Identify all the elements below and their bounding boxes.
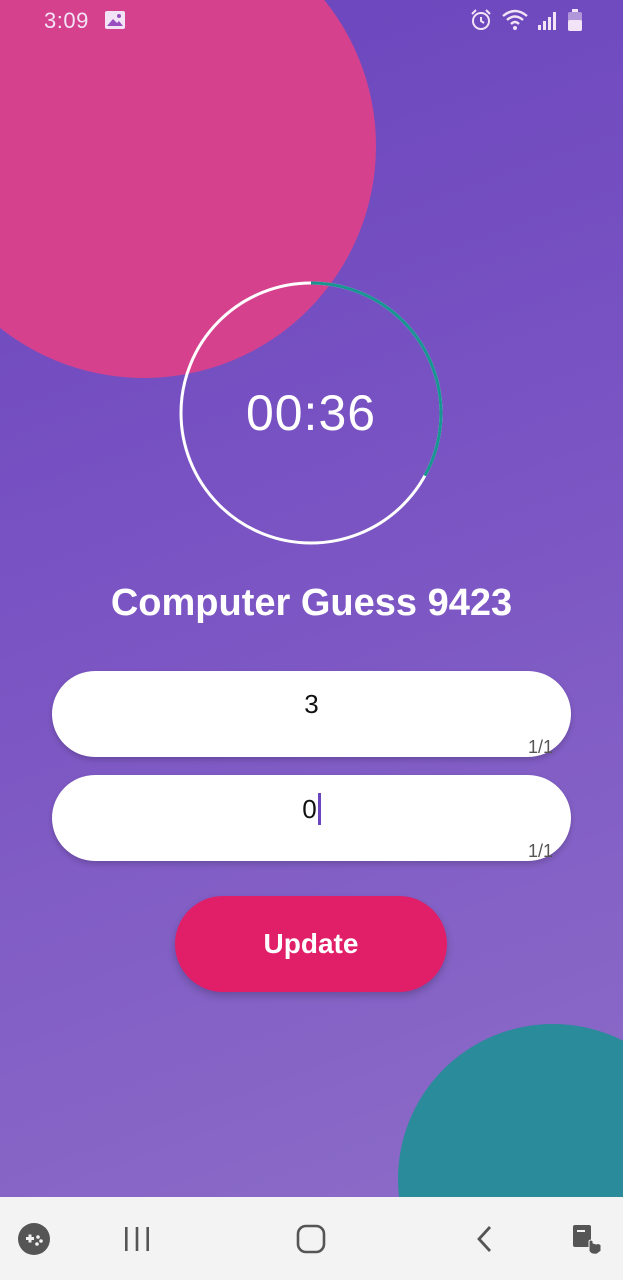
- countdown-timer: 00:36: [178, 280, 444, 546]
- home-icon[interactable]: [289, 1217, 333, 1261]
- bulls-input[interactable]: 3 1/1: [52, 671, 571, 757]
- recent-apps-icon[interactable]: [115, 1217, 159, 1261]
- image-icon: [104, 10, 126, 35]
- bulls-char-counter: 1/1: [527, 737, 553, 757]
- status-bar: 3:09: [0, 0, 623, 42]
- signal-icon: [537, 9, 559, 36]
- game-launcher-icon[interactable]: [12, 1217, 56, 1261]
- cows-input-value-wrap: 0: [52, 793, 571, 825]
- timer-display: 00:36: [245, 385, 377, 441]
- back-icon[interactable]: [463, 1217, 507, 1261]
- cows-input[interactable]: 0 1/1: [52, 775, 571, 861]
- bulls-input-value: 3: [304, 689, 319, 719]
- app-screen: 3:09 00:36 Computer Guess 9423 3 1/1 0 1…: [0, 0, 623, 1197]
- page-title: Computer Guess 9423: [110, 582, 513, 624]
- alarm-icon: [469, 8, 493, 37]
- assistant-touch-icon[interactable]: [565, 1217, 609, 1261]
- teal-decorative-circle: [398, 1024, 623, 1197]
- text-cursor: [317, 793, 321, 825]
- battery-icon: [567, 8, 583, 37]
- status-time: 3:09: [44, 8, 89, 33]
- cows-char-counter: 1/1: [527, 841, 553, 861]
- update-button[interactable]: Update: [175, 896, 447, 992]
- status-icons: [469, 8, 583, 37]
- navigation-bar: [0, 1197, 623, 1280]
- cows-input-value: 0: [302, 793, 317, 824]
- wifi-icon: [501, 8, 529, 37]
